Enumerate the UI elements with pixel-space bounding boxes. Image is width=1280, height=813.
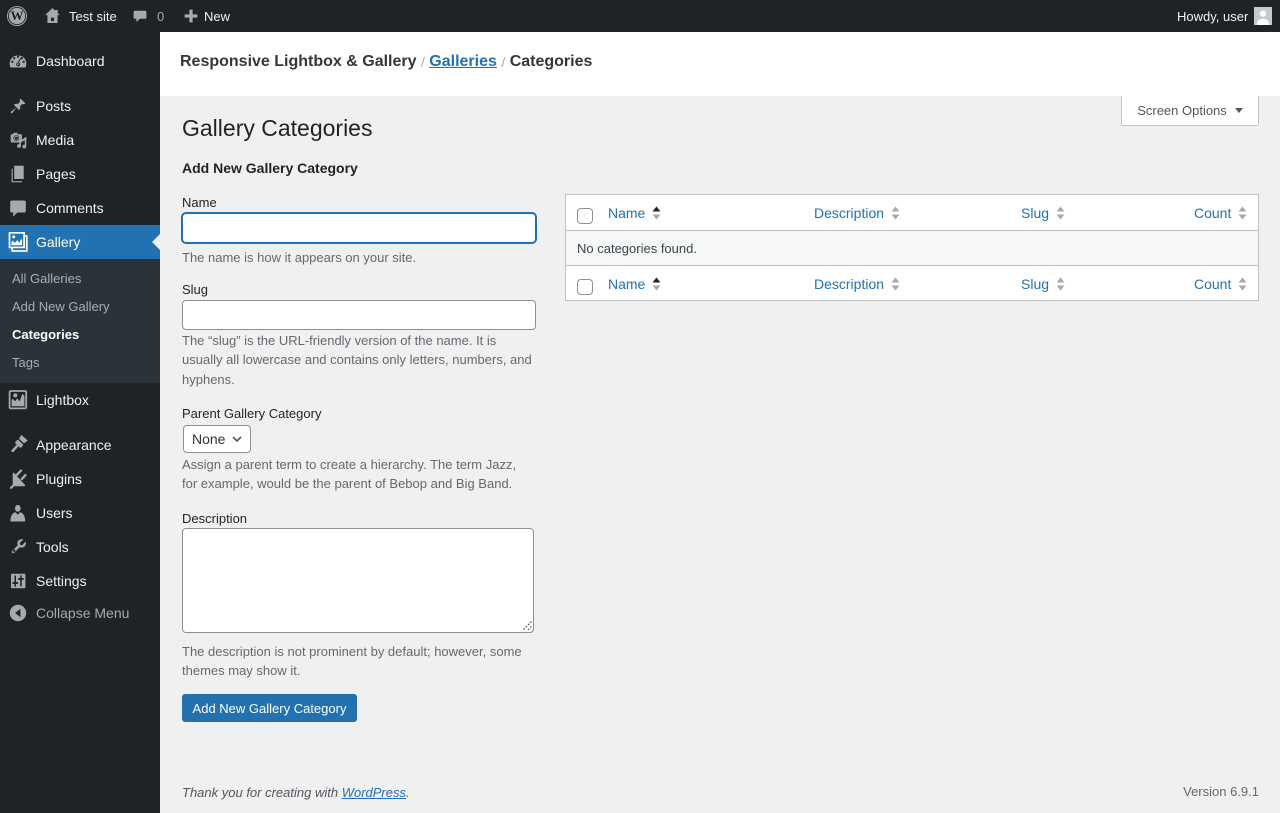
svg-text:W: W [11,9,24,23]
